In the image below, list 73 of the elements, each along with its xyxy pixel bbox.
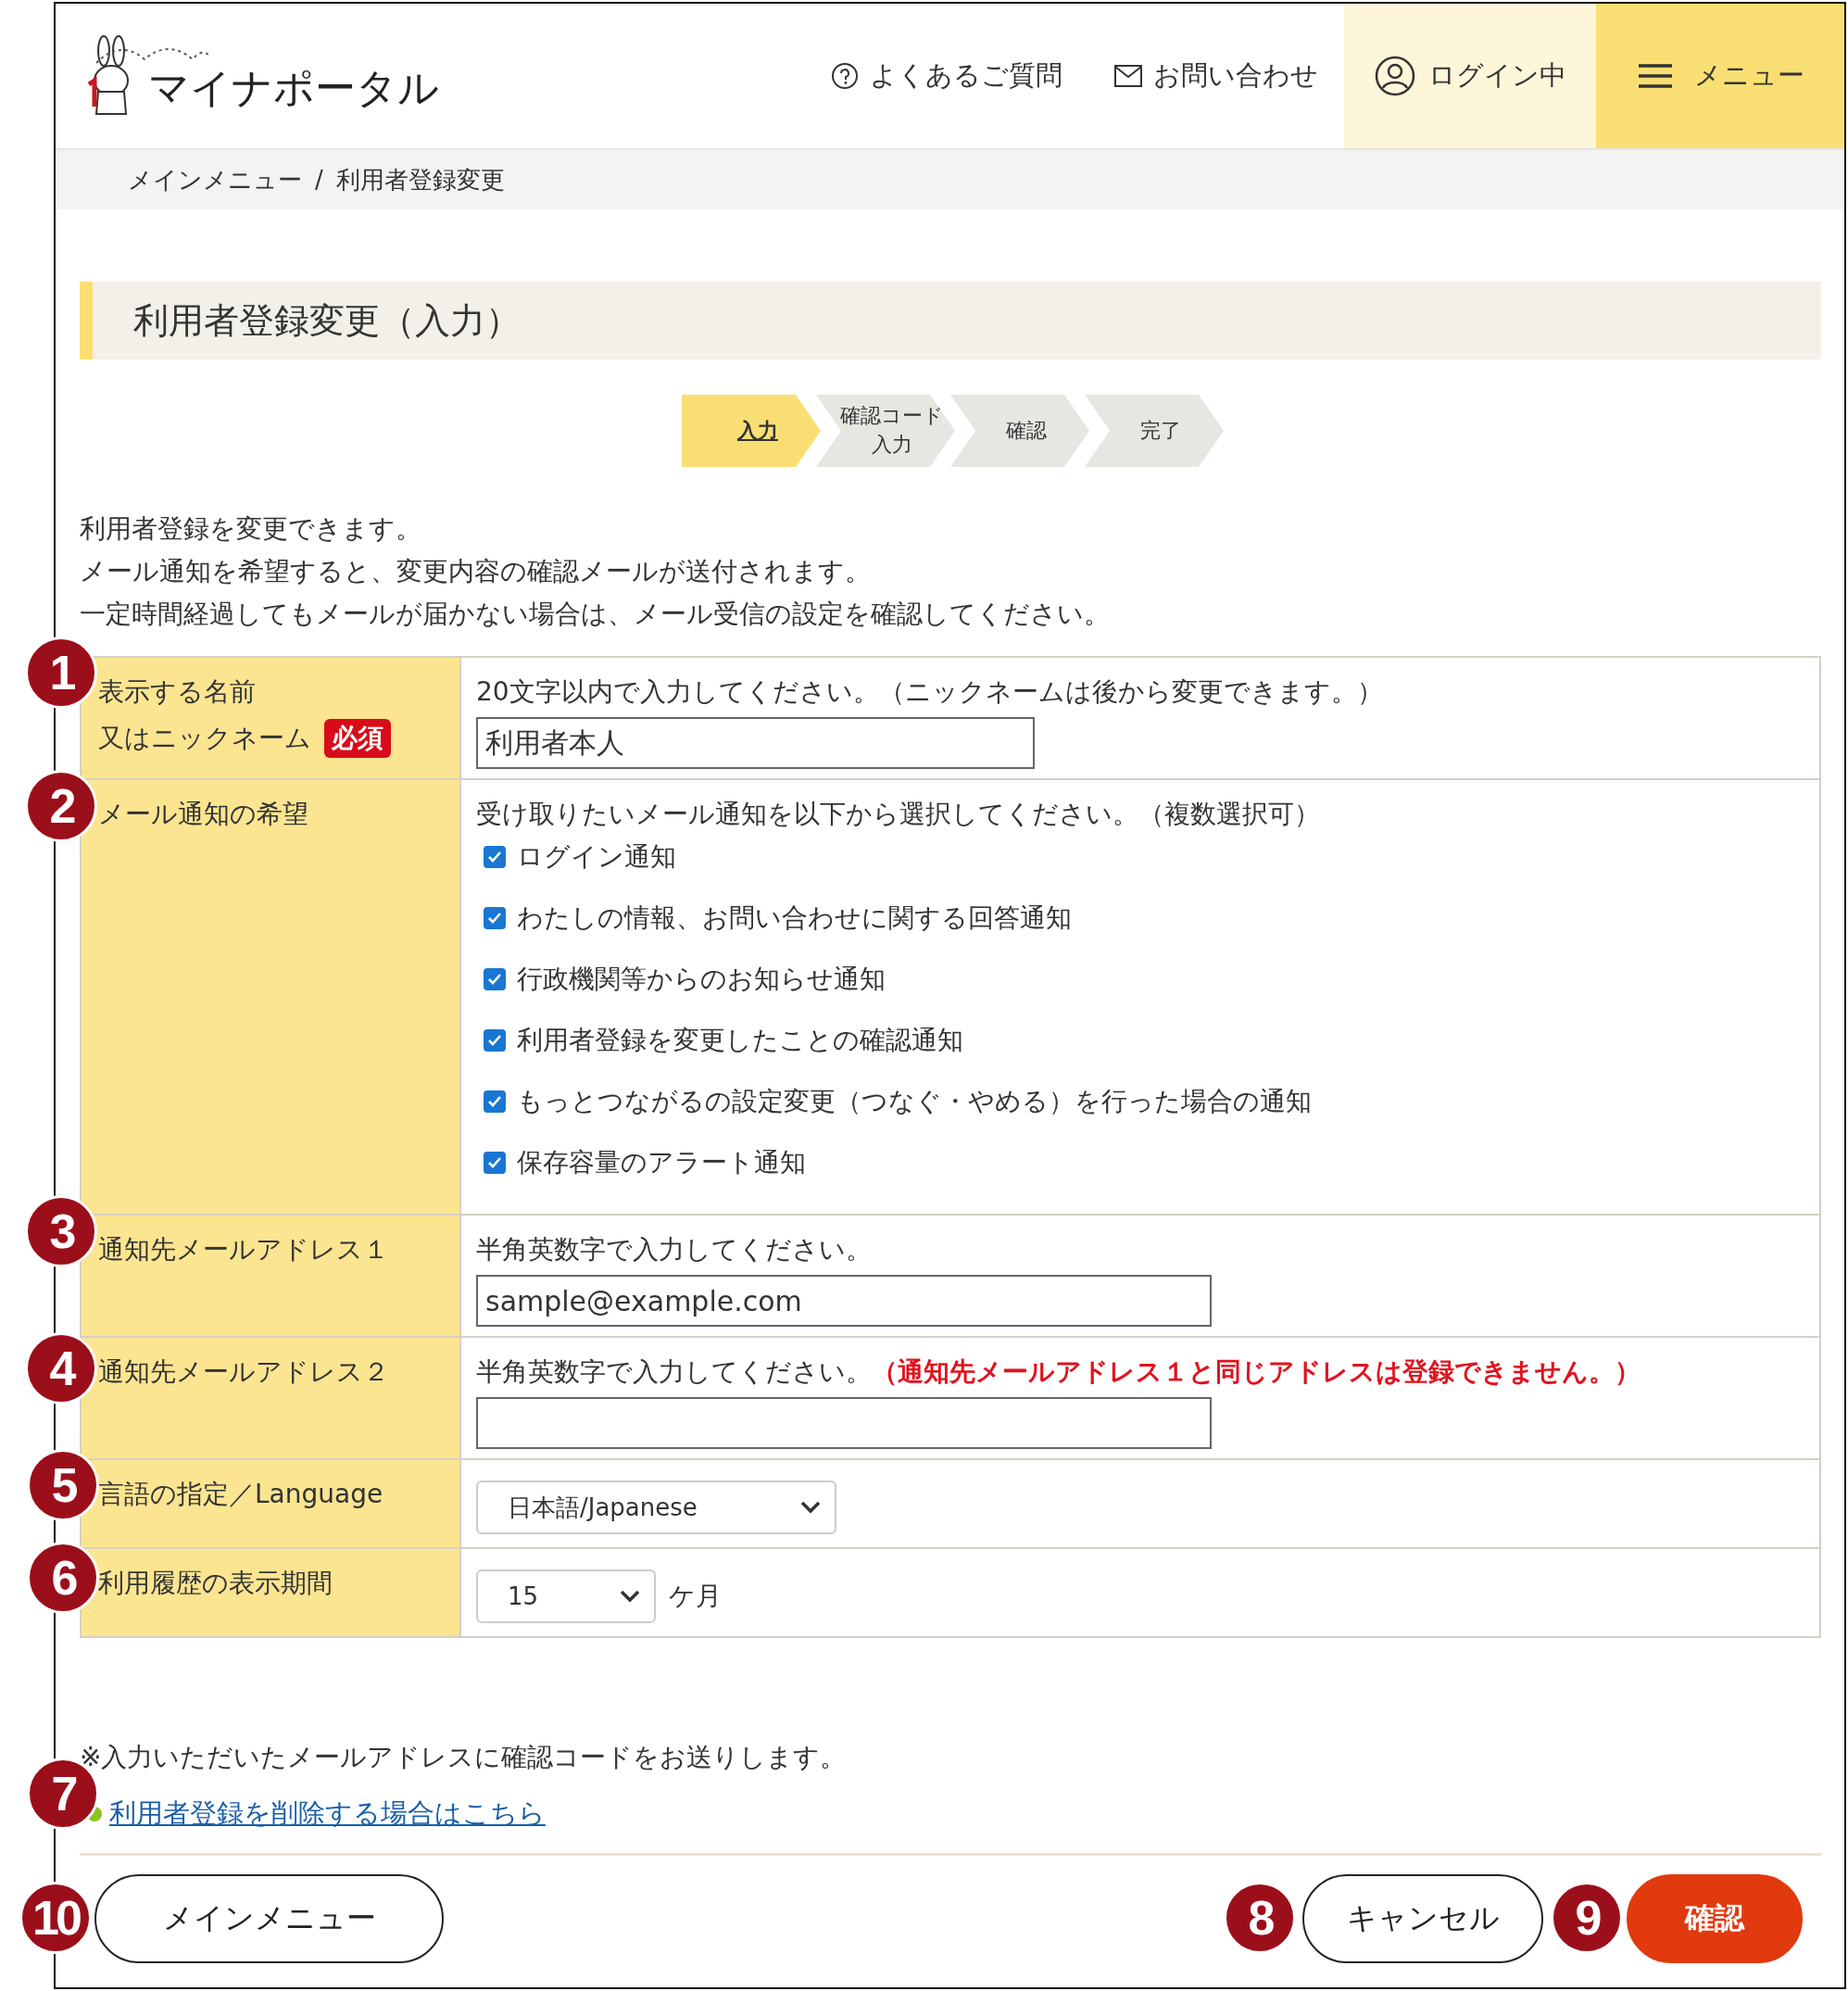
check-icon bbox=[487, 911, 502, 926]
checkbox[interactable] bbox=[484, 968, 506, 990]
intro-text: 一定時間経過してもメールが届かない場合は、メール受信の設定を確認してください。 bbox=[80, 598, 1111, 631]
page-title: 利用者登録変更（入力） bbox=[80, 282, 1821, 359]
callout-number-badge: 6 bbox=[27, 1542, 99, 1614]
cancel-button[interactable]: キャンセル bbox=[1302, 1874, 1543, 1963]
login-status-text: ログイン中 bbox=[1427, 58, 1566, 93]
dropdown-value: 日本語/Japanese bbox=[508, 1492, 698, 1523]
checkbox-label: 保存容量のアラート通知 bbox=[517, 1146, 806, 1179]
breadcrumb-item: 利用者登録変更 bbox=[335, 164, 505, 195]
checkbox[interactable] bbox=[484, 907, 506, 929]
menu-button[interactable]: メニュー bbox=[1596, 4, 1844, 148]
field-label: メール通知の希望 bbox=[98, 798, 309, 831]
field-label: 通知先メールアドレス１ bbox=[98, 1233, 390, 1266]
progress-step: 確認 bbox=[950, 395, 1089, 467]
login-status[interactable]: ログイン中 bbox=[1344, 4, 1596, 148]
field-label: 表示する名前 bbox=[98, 675, 257, 709]
checkbox[interactable] bbox=[484, 1090, 506, 1113]
field-hint: 20文字以内で入力してください。（ニックネームは後から変更できます。） bbox=[476, 675, 1384, 709]
progress-step: 確認コード入力 bbox=[816, 395, 955, 467]
menu-icon bbox=[1636, 63, 1674, 89]
text-input-field[interactable] bbox=[476, 1397, 1212, 1449]
check-icon bbox=[487, 1094, 502, 1109]
breadcrumb-link[interactable]: メインメニュー bbox=[128, 163, 302, 196]
field-hint: 半角英数字で入力してください。（通知先メールアドレス１と同じアドレスは登録できません。） bbox=[476, 1355, 1641, 1389]
text-input-field[interactable]: 利用者本人 bbox=[476, 717, 1035, 769]
callout-number-badge: 4 bbox=[25, 1332, 97, 1405]
checkbox[interactable] bbox=[484, 846, 506, 868]
checkbox-label: ログイン通知 bbox=[517, 840, 676, 874]
field-label: 利用履歴の表示期間 bbox=[98, 1567, 333, 1600]
field-label: 通知先メールアドレス２ bbox=[98, 1355, 390, 1389]
mail-icon bbox=[1114, 65, 1142, 87]
dropdown-value: 15 bbox=[508, 1582, 539, 1610]
checkbox-label: 行政機関等からのお知らせ通知 bbox=[517, 963, 886, 996]
field-label: 又はニックネーム bbox=[98, 722, 311, 755]
help-icon bbox=[831, 62, 859, 90]
field-label: 言語の指定／Language bbox=[98, 1478, 384, 1511]
progress-step: 完了 bbox=[1085, 395, 1224, 467]
checkbox[interactable] bbox=[484, 1152, 506, 1174]
breadcrumb-item: / bbox=[315, 166, 323, 194]
callout-number-badge: 2 bbox=[25, 770, 97, 842]
text-input-field[interactable]: sample@example.com bbox=[476, 1275, 1212, 1327]
intro-text: 利用者登録を変更できます。 bbox=[80, 512, 422, 546]
field-hint: 半角英数字で入力してください。 bbox=[476, 1233, 873, 1266]
check-icon bbox=[487, 1155, 502, 1170]
chevron-down-icon bbox=[619, 1589, 641, 1604]
callout-number-badge: 5 bbox=[27, 1449, 99, 1521]
delete-registration-link[interactable]: 利用者登録を削除する場合はこちら bbox=[109, 1796, 546, 1833]
callout-number-badge: 1 bbox=[25, 636, 97, 709]
checkbox-label: わたしの情報、お問い合わせに関する回答通知 bbox=[517, 901, 1072, 935]
dropdown-select[interactable]: 日本語/Japanese bbox=[476, 1481, 836, 1534]
intro-text: メール通知を希望すると、変更内容の確認メールが送付されます。 bbox=[80, 555, 872, 588]
user-icon bbox=[1374, 56, 1415, 96]
header-nav-link[interactable]: よくあるご質問 bbox=[805, 4, 1088, 148]
unit-label: ケ月 bbox=[669, 1580, 722, 1613]
callout-number-badge: 3 bbox=[25, 1195, 97, 1267]
chevron-down-icon bbox=[799, 1500, 822, 1515]
field-hint: 受け取りたいメール通知を以下から選択してください。（複数選択可） bbox=[476, 798, 1321, 831]
callout-number-badge: 10 bbox=[19, 1882, 92, 1954]
check-icon bbox=[487, 1033, 502, 1048]
checkbox[interactable] bbox=[484, 1029, 506, 1052]
callout-number-badge: 9 bbox=[1551, 1882, 1623, 1954]
checkbox-label: もっとつながるの設定変更（つなぐ・やめる）を行った場合の通知 bbox=[517, 1085, 1312, 1118]
site-logo-text: マイナポータル bbox=[148, 62, 439, 113]
check-icon bbox=[487, 972, 502, 987]
checkbox-label: 利用者登録を変更したことの確認通知 bbox=[517, 1024, 963, 1057]
callout-number-badge: 8 bbox=[1224, 1882, 1296, 1954]
confirm-button[interactable]: 確認 bbox=[1627, 1874, 1803, 1963]
dropdown-select[interactable]: 15 bbox=[476, 1569, 656, 1623]
check-icon bbox=[487, 850, 502, 864]
required-badge: 必須 bbox=[324, 719, 391, 758]
header-nav-link[interactable]: お問い合わせ bbox=[1088, 4, 1344, 148]
main-menu-button[interactable]: メインメニュー bbox=[94, 1874, 444, 1963]
